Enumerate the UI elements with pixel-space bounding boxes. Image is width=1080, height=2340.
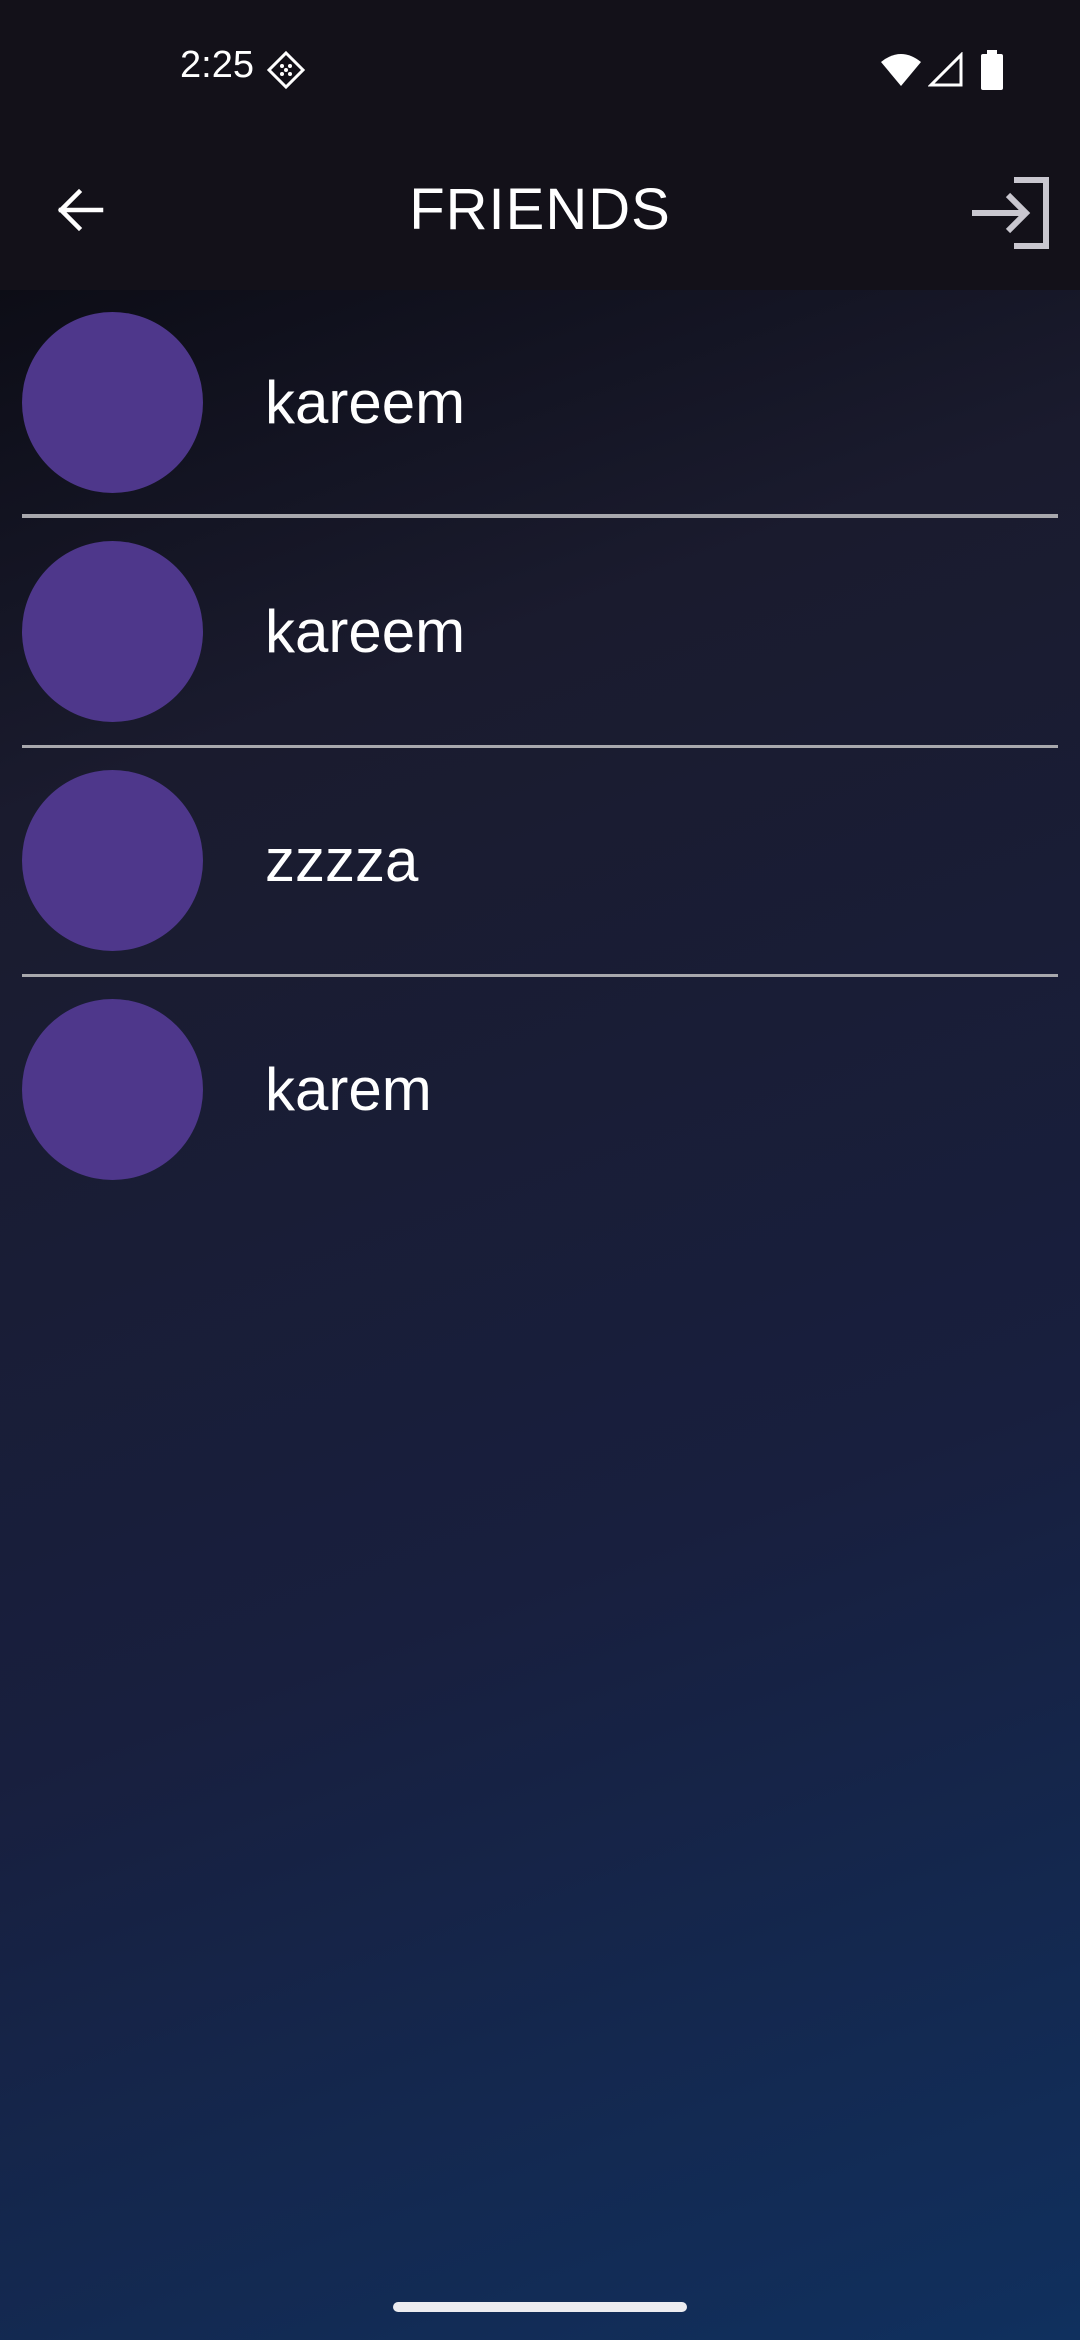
notification-app-icon bbox=[266, 50, 306, 90]
app-bar: FRIENDS bbox=[0, 140, 1080, 290]
friend-list-item[interactable]: zzzza bbox=[0, 748, 1080, 977]
wifi-icon bbox=[881, 54, 921, 86]
friend-name: kareem bbox=[265, 369, 466, 436]
cell-signal-icon bbox=[928, 52, 963, 87]
avatar bbox=[22, 999, 203, 1180]
friend-list-item[interactable]: kareem bbox=[0, 519, 1080, 748]
status-time: 2:25 bbox=[180, 44, 254, 86]
avatar bbox=[22, 541, 203, 722]
friend-list-item[interactable]: kareem bbox=[0, 290, 1080, 519]
login-button[interactable] bbox=[965, 168, 1055, 258]
avatar bbox=[22, 770, 203, 951]
friend-name: karem bbox=[265, 1056, 432, 1123]
battery-icon bbox=[981, 50, 1003, 90]
friends-list: kareem kareem zzzza karem bbox=[0, 290, 1080, 1206]
home-indicator[interactable] bbox=[393, 2302, 687, 2312]
page-title: FRIENDS bbox=[409, 177, 671, 242]
status-bar: 2:25 bbox=[0, 0, 1080, 140]
divider bbox=[22, 514, 1058, 518]
avatar bbox=[22, 312, 203, 493]
friend-list-item[interactable]: karem bbox=[0, 977, 1080, 1206]
login-icon bbox=[972, 177, 1049, 249]
friend-name: kareem bbox=[265, 598, 466, 665]
friend-name: zzzza bbox=[265, 827, 419, 894]
